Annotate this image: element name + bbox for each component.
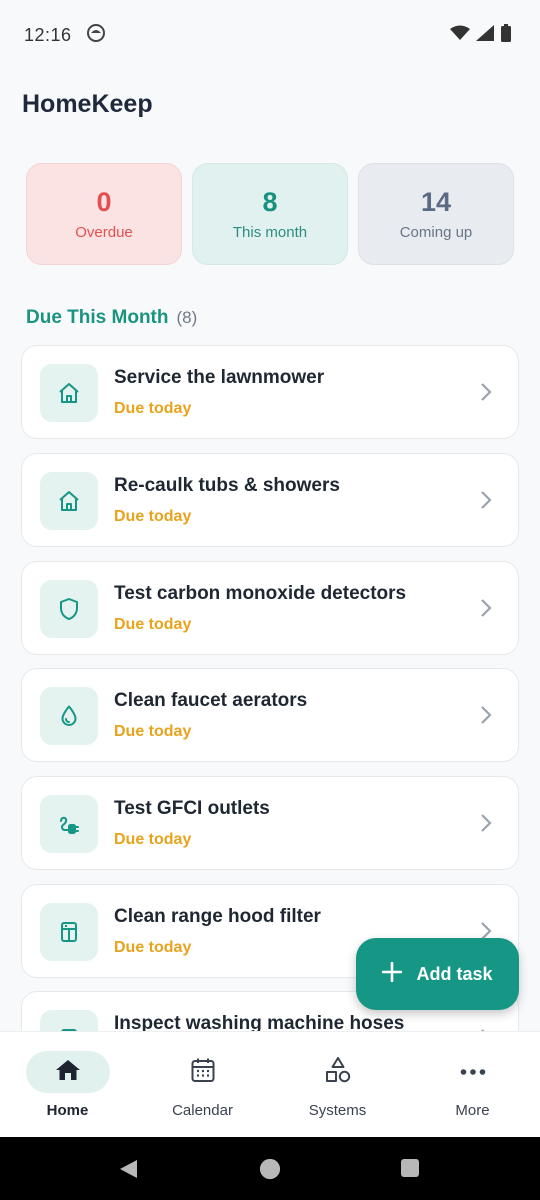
nav-label: Systems xyxy=(308,1102,367,1119)
task-card[interactable]: Test GFCI outlets Due today xyxy=(21,776,519,870)
task-title: Service the lawnmower xyxy=(114,367,325,388)
signal-icon xyxy=(476,24,494,46)
system-nav-bar xyxy=(0,1137,540,1200)
calendar-icon xyxy=(190,1057,216,1088)
chevron-right-icon xyxy=(480,705,492,730)
nav-item-more[interactable]: More xyxy=(405,1032,540,1138)
stat-card-this-month[interactable]: 8 This month xyxy=(192,163,348,265)
task-card[interactable]: Clean faucet aerators Due today xyxy=(21,668,519,762)
recents-icon[interactable] xyxy=(400,1158,420,1183)
home-circle-icon[interactable] xyxy=(258,1158,282,1185)
bottom-nav: Home Calendar Systems More xyxy=(0,1031,540,1137)
task-title: Test GFCI outlets xyxy=(114,798,270,819)
stat-value: 14 xyxy=(420,187,452,217)
nav-item-home[interactable]: Home xyxy=(0,1032,135,1138)
task-title: Re-caulk tubs & showers xyxy=(114,475,340,496)
shapes-icon xyxy=(324,1056,352,1089)
stat-value: 8 xyxy=(262,187,278,217)
home-icon xyxy=(40,472,98,530)
wifi-icon xyxy=(450,25,470,46)
app-title: HomeKeep xyxy=(22,90,153,118)
appliance-icon xyxy=(40,903,98,961)
stat-label: This month xyxy=(232,224,308,241)
chevron-right-icon xyxy=(480,813,492,838)
status-bar: 12:16 xyxy=(0,0,540,70)
section-title: Due This Month xyxy=(26,307,169,328)
task-due: Due today xyxy=(114,723,192,740)
nav-label: More xyxy=(455,1102,490,1119)
chevron-right-icon xyxy=(480,490,492,515)
task-due: Due today xyxy=(114,508,192,525)
nav-label: Home xyxy=(46,1102,89,1119)
status-time: 12:16 xyxy=(24,24,72,45)
task-title: Test carbon monoxide detectors xyxy=(114,583,407,604)
chevron-right-icon xyxy=(480,598,492,623)
task-due: Due today xyxy=(114,616,192,633)
nav-item-calendar[interactable]: Calendar xyxy=(135,1032,270,1138)
task-list: Service the lawnmower Due today Re-caulk… xyxy=(21,345,519,1031)
add-task-label: Add task xyxy=(416,963,493,984)
battery-icon xyxy=(500,23,512,47)
water-drop-icon xyxy=(40,687,98,745)
back-icon[interactable] xyxy=(117,1158,139,1185)
chevron-right-icon xyxy=(480,382,492,407)
nav-label: Calendar xyxy=(172,1102,233,1119)
add-task-button[interactable]: Add task xyxy=(356,938,519,1010)
task-due: Due today xyxy=(114,939,192,956)
stat-label: Coming up xyxy=(399,224,473,241)
more-dots-icon xyxy=(460,1063,486,1081)
stat-value: 0 xyxy=(96,187,112,217)
task-title: Clean faucet aerators xyxy=(114,690,308,711)
stat-card-overdue[interactable]: 0 Overdue xyxy=(26,163,182,265)
nav-item-systems[interactable]: Systems xyxy=(270,1032,405,1138)
task-card[interactable]: Service the lawnmower Due today xyxy=(21,345,519,439)
plus-icon xyxy=(382,961,403,987)
task-card[interactable]: Re-caulk tubs & showers Due today xyxy=(21,453,519,547)
section-count: (8) xyxy=(176,308,198,327)
task-title: Clean range hood filter xyxy=(114,906,321,927)
shield-icon xyxy=(40,580,98,638)
home-filled-icon xyxy=(55,1058,81,1087)
task-due: Due today xyxy=(114,831,192,848)
section-header: Due This Month (8) xyxy=(26,307,197,329)
home-icon xyxy=(40,364,98,422)
task-due: Due today xyxy=(114,400,192,417)
stat-label: Overdue xyxy=(75,224,133,241)
task-title: Inspect washing machine hoses xyxy=(114,1013,405,1031)
plug-icon xyxy=(40,795,98,853)
appliance-icon xyxy=(40,1010,98,1031)
stat-card-coming-up[interactable]: 14 Coming up xyxy=(358,163,514,265)
task-card[interactable]: Test carbon monoxide detectors Due today xyxy=(21,561,519,655)
notification-icon xyxy=(86,23,106,48)
stats-row: 0 Overdue 8 This month 14 Coming up xyxy=(26,163,514,265)
